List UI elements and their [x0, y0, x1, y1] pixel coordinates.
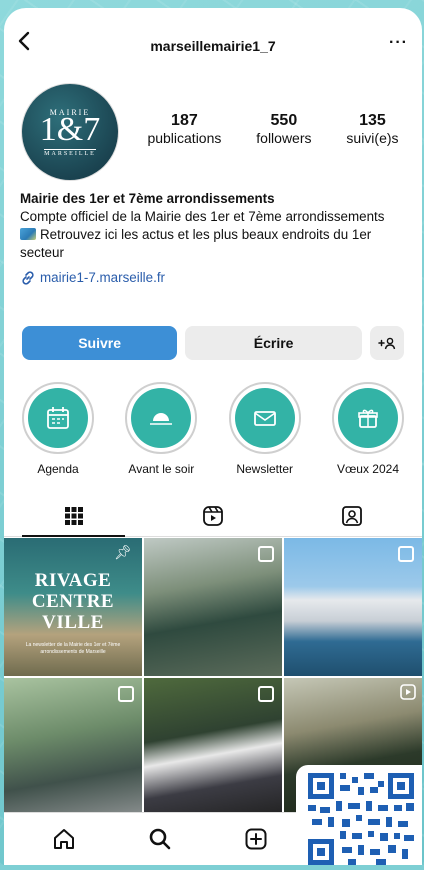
- sunset-icon: [150, 413, 173, 425]
- avatar[interactable]: MAIRIE 1&7 MARSEILLE: [22, 84, 118, 180]
- stat-followers[interactable]: 550 followers: [256, 112, 311, 146]
- avatar-text-main: 1&7: [39, 110, 101, 148]
- highlight-cover: [28, 388, 88, 448]
- reel-icon: [400, 684, 416, 700]
- profile-username: marseillemairie1_7: [150, 38, 276, 54]
- bio-tagline: Retrouvez ici les actus et les plus beau…: [20, 227, 372, 260]
- follow-button[interactable]: Suivre: [22, 326, 178, 360]
- highlight-label: Agenda: [37, 462, 79, 476]
- pinned-icon: 📌︎: [114, 544, 132, 560]
- grid-icon: [64, 507, 83, 525]
- phone-screen: marseillemairie1_7 ··· MAIRIE 1&7 MARSEI…: [4, 8, 422, 865]
- profile-link-text: mairie1-7.marseille.fr: [40, 270, 166, 285]
- stat-following[interactable]: 135 suivi(e)s: [346, 112, 398, 146]
- post-thumbnail[interactable]: [4, 678, 142, 816]
- stat-label: followers: [256, 130, 312, 146]
- carousel-icon: [258, 546, 274, 562]
- stat-value: 550: [270, 112, 298, 129]
- tab-tagged[interactable]: [283, 496, 422, 536]
- stat-value: 187: [171, 112, 198, 129]
- post-title: RIVAGE CENTRE VILLE: [31, 570, 115, 633]
- post-thumbnail[interactable]: [284, 538, 422, 676]
- tagged-icon: [342, 506, 363, 526]
- add-user-button[interactable]: [370, 326, 404, 360]
- tab-reels[interactable]: [143, 496, 282, 536]
- post-thumbnail[interactable]: RIVAGE CENTRE VILLE La newsletter de la Ma…: [4, 538, 142, 676]
- profile-link[interactable]: mairie1-7.marseille.fr: [20, 269, 410, 287]
- highlight-agenda[interactable]: Agenda: [14, 382, 102, 476]
- tab-posts[interactable]: [4, 496, 143, 537]
- more-options-icon[interactable]: ···: [389, 34, 408, 52]
- profile-tabs: [4, 496, 422, 537]
- message-button[interactable]: Écrire: [185, 326, 362, 360]
- reels-icon: [203, 506, 223, 526]
- highlight-avant-le-soir[interactable]: Avant le soir: [117, 382, 205, 476]
- stat-label: publications: [147, 130, 222, 146]
- bio-description: Compte officiel de la Mairie des 1er et …: [20, 209, 385, 224]
- highlight-voeux-2024[interactable]: Vœux 2024: [324, 382, 412, 476]
- top-bar: marseillemairie1_7 ···: [4, 8, 422, 70]
- profile-bio: Mairie des 1er et 7ème arrondissements C…: [20, 190, 410, 287]
- post-subtitle: La newsletter de la Mairie des 1er et 7è…: [25, 642, 121, 655]
- landscape-emoji-icon: [20, 228, 36, 240]
- link-icon: [22, 271, 34, 285]
- calendar-icon: [47, 407, 69, 429]
- avatar-text-bottom: MARSEILLE: [44, 148, 96, 157]
- gift-icon: [358, 409, 378, 428]
- stat-label: suivi(e)s: [346, 130, 399, 146]
- carousel-icon: [258, 686, 274, 702]
- nav-search[interactable]: [124, 827, 196, 851]
- highlight-newsletter[interactable]: Newsletter: [221, 382, 309, 476]
- highlight-label: Avant le soir: [128, 462, 195, 476]
- create-icon: [245, 828, 267, 850]
- stat-value: 135: [359, 112, 386, 129]
- carousel-icon: [118, 686, 134, 702]
- carousel-icon: [398, 546, 414, 562]
- bio-tagline-row: Retrouvez ici les actus et les plus beau…: [20, 226, 410, 262]
- add-user-icon: [378, 337, 396, 350]
- highlight-label: Newsletter: [236, 462, 293, 476]
- qr-code: [296, 765, 422, 865]
- highlight-cover: [131, 388, 192, 448]
- story-highlights: Agenda Avant le soir Newsletter Vœux 202…: [14, 382, 412, 476]
- highlight-ring: [22, 382, 94, 454]
- highlight-label: Vœux 2024: [336, 462, 399, 476]
- post-thumbnail[interactable]: [144, 678, 282, 816]
- search-icon: [149, 828, 171, 850]
- highlight-ring: [331, 382, 404, 454]
- highlight-ring: [125, 382, 198, 454]
- highlight-cover: [234, 388, 295, 448]
- profile-stats: 187 publications 550 followers 135 suivi…: [130, 112, 416, 146]
- profile-name: Mairie des 1er et 7ème arrondissements: [20, 191, 275, 206]
- profile-actions: Suivre Écrire: [22, 326, 404, 360]
- nav-home[interactable]: [28, 827, 100, 851]
- envelope-icon: [253, 411, 276, 426]
- highlight-cover: [337, 388, 398, 448]
- nav-create[interactable]: [220, 827, 292, 851]
- highlight-ring: [228, 382, 301, 454]
- stat-publications[interactable]: 187 publications: [147, 112, 221, 146]
- post-thumbnail[interactable]: [144, 538, 282, 676]
- qr-code-icon: [308, 773, 414, 865]
- home-icon: [54, 829, 74, 849]
